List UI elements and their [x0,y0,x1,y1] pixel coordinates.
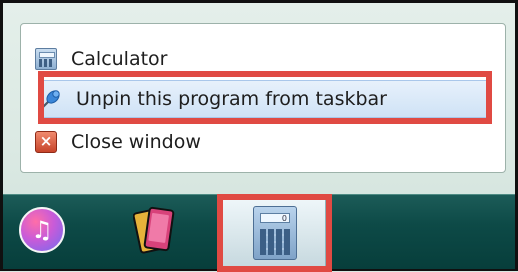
jump-list-item-unpin[interactable]: Unpin this program from taskbar [39,80,489,118]
close-icon: × [35,131,57,153]
calculator-keys [260,229,290,255]
calculator-icon: 0 [253,206,297,260]
phone-icon [133,206,175,254]
calculator-display: 0 [260,213,290,223]
jump-list-item-label: Close window [71,131,201,153]
itunes-icon: ♫ [19,207,65,253]
calculator-icon [35,48,57,70]
taskbar: ♫ 0 [3,194,515,269]
taskbar-button-itunes[interactable]: ♫ [15,195,75,269]
jump-list-menu: Calculator Unpin this program from taskb… [20,23,506,173]
jump-list-item-label: Calculator [71,48,168,70]
taskbar-button-calculator[interactable]: 0 [222,199,326,267]
pin-icon [40,88,62,110]
taskbar-button-phone[interactable] [125,195,185,269]
jump-list-item-calculator[interactable]: Calculator [35,42,493,76]
jump-list-item-label: Unpin this program from taskbar [76,88,387,110]
jump-list-item-close-window[interactable]: × Close window [35,125,493,159]
